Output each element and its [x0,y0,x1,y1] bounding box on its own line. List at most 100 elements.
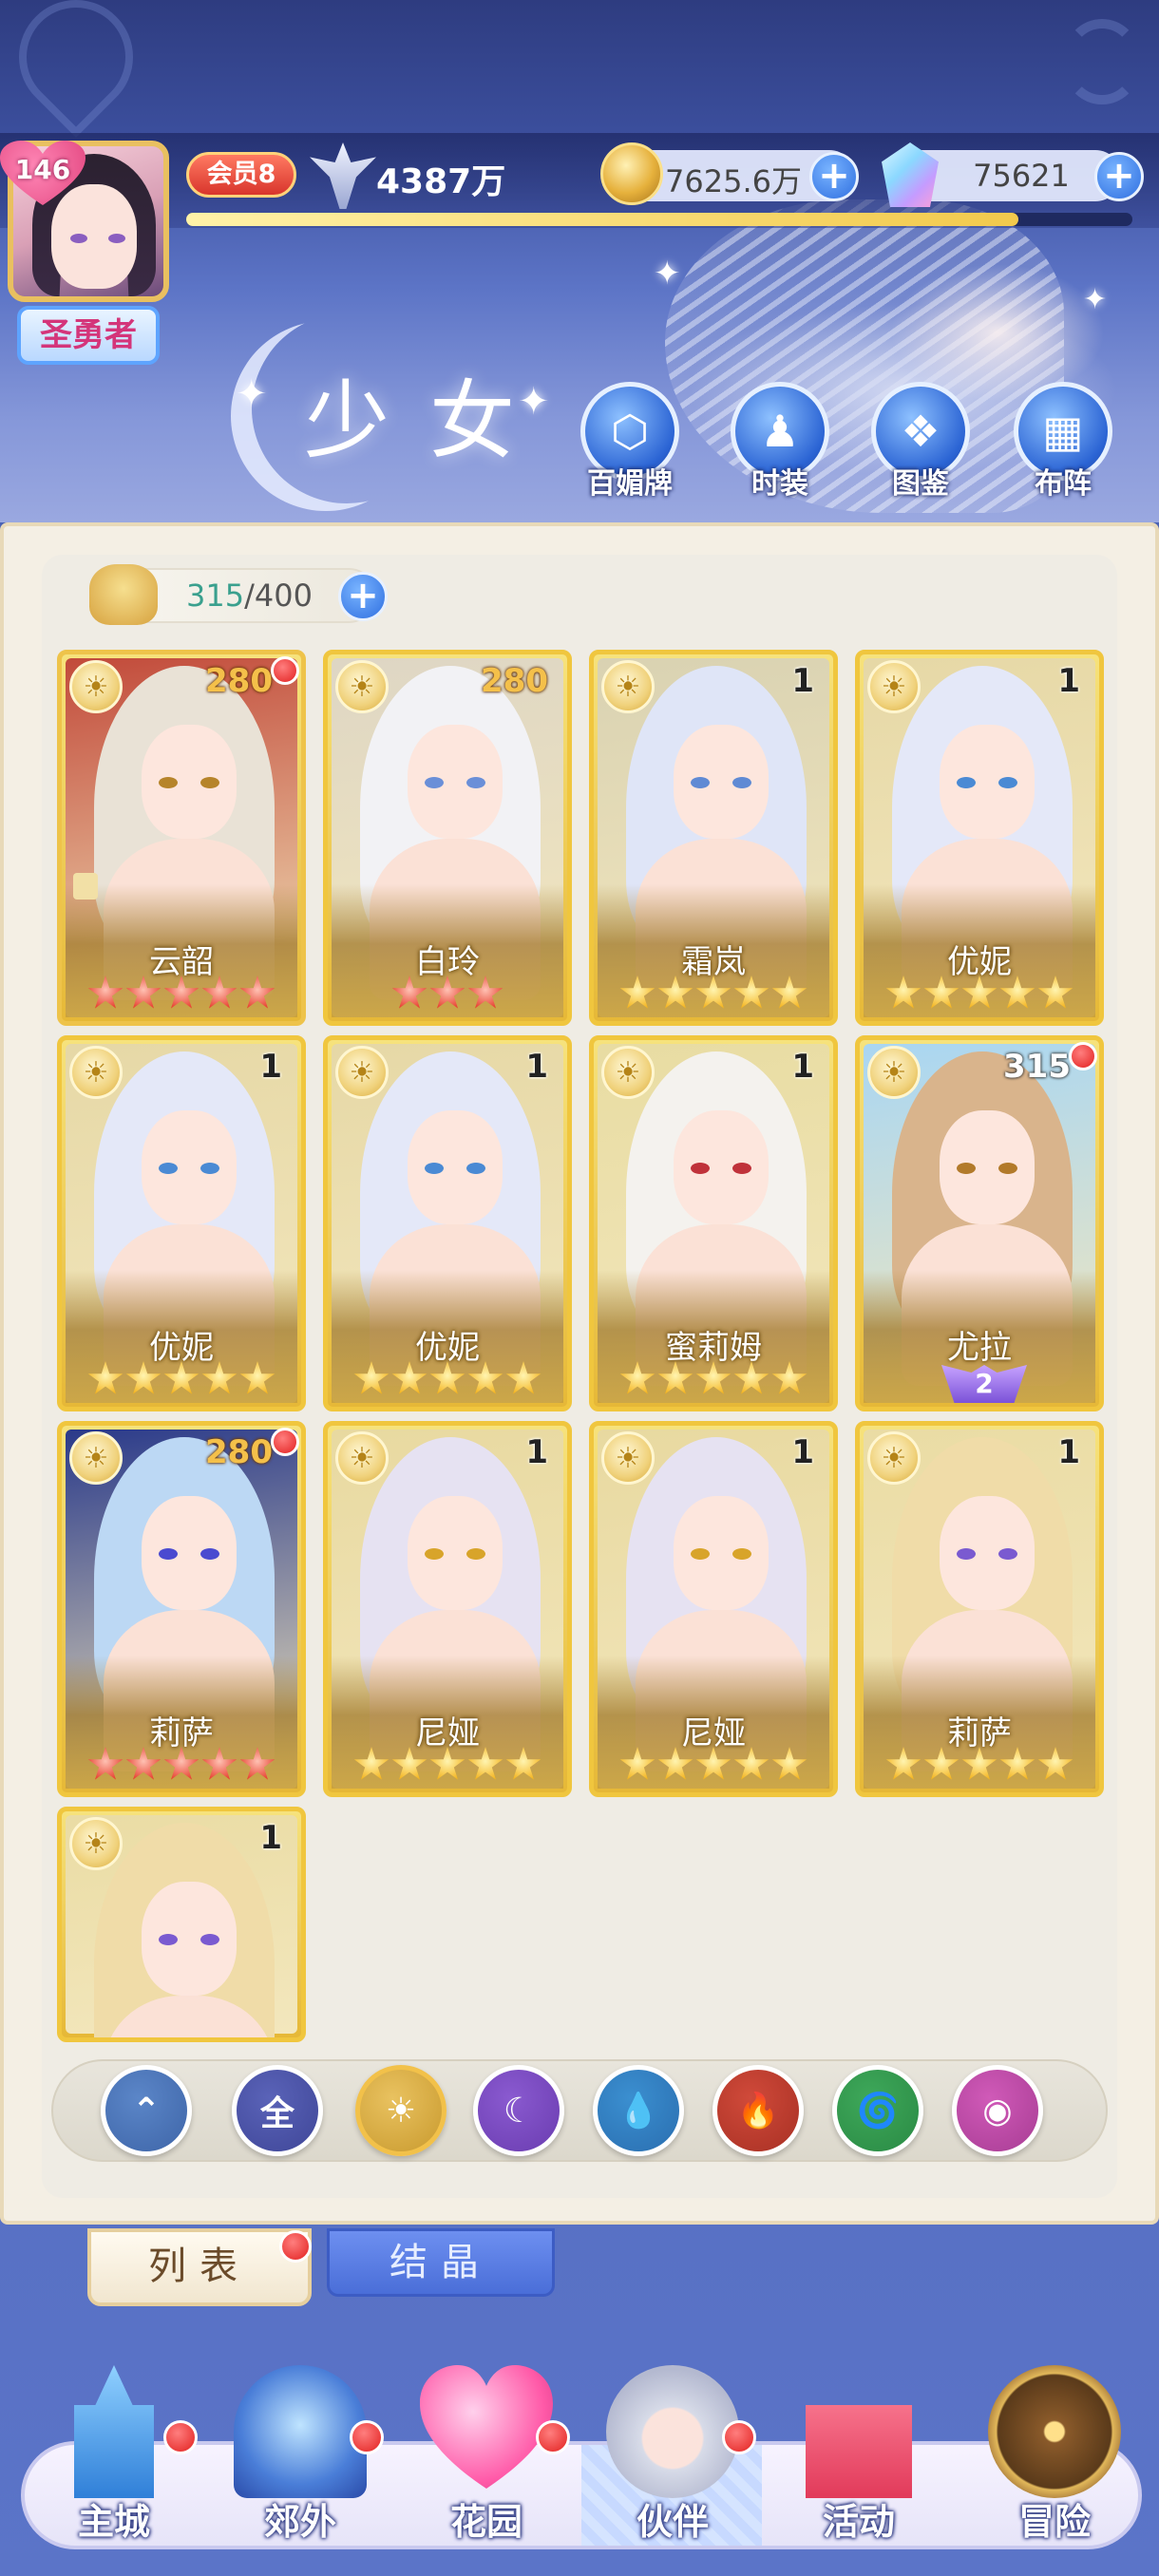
partner-card[interactable]: ☀ 1 [57,1807,306,2042]
star-icon [505,1747,542,1780]
feature-button-1[interactable]: ♟ 时装 [724,382,836,502]
nav-label: 活动 [822,2501,895,2543]
compass-icon [988,2365,1121,2498]
castle-icon [74,2365,154,2498]
card-level: 1 [525,1433,548,1471]
star-icon [125,1361,162,1394]
star-icon [733,1747,770,1780]
star-icon [885,1747,922,1780]
partner-card[interactable]: ☀ 315 尤拉 2 [855,1035,1104,1411]
star-rating [62,1747,301,1787]
star-rating [62,975,301,1015]
star-icon [353,1361,390,1394]
partner-card[interactable]: ☀ 1 优妮 [57,1035,306,1411]
feature-button-0[interactable]: ⬡ 百媚牌 [574,382,686,502]
partner-card[interactable]: ☀ 1 尼娅 [589,1421,838,1797]
feature-button-2[interactable]: ❖ 图鉴 [864,382,977,502]
card-level: 1 [1057,662,1080,700]
light-element-icon: ☀ [601,660,655,713]
rank-title[interactable]: 圣勇者 [17,306,160,365]
fire-filter-button[interactable]: 🔥 [712,2065,804,2156]
star-rating [62,1361,301,1401]
notification-dot [271,1428,299,1456]
feature-button-3[interactable]: ▦ 布阵 [1007,382,1119,502]
partner-card[interactable]: ☀ 1 优妮 [323,1035,572,1411]
card-level: 280 [481,662,548,700]
player-level: 146 [14,154,71,185]
partner-card[interactable]: ☀ 1 霜岚 [589,650,838,1026]
nav-compass[interactable]: 冒险 [969,2365,1140,2555]
light-filter-button[interactable]: ☀ [355,2065,446,2156]
star-icon [505,1361,542,1394]
gem-value: 75621 [973,158,1070,194]
star-rating [860,975,1099,1015]
star-icon [125,1747,162,1780]
nav-partner[interactable]: 伙伴 [587,2365,758,2555]
star-rating [328,975,567,1015]
nature-filter-button[interactable]: 🌀 [832,2065,923,2156]
card-level: 315 [1003,1048,1071,1086]
wind-filter-button[interactable]: ⌃ [101,2065,192,2156]
star-icon [87,1361,124,1394]
feature-label: 图鉴 [892,467,949,501]
water-filter-button[interactable]: 💧 [593,2065,684,2156]
partner-card[interactable]: ☀ 1 优妮 [855,650,1104,1026]
card-name: 尤拉 [947,1329,1012,1367]
add-gem-button[interactable]: + [1094,152,1144,201]
star-icon [695,975,732,1009]
vip-badge[interactable]: 会员8 [186,152,296,198]
card-level: 1 [259,1048,282,1086]
dark-filter-button[interactable]: ☾ [473,2065,564,2156]
star-icon [87,975,124,1009]
awaken-badge: 2 [941,1365,1027,1403]
xp-bar-fill [186,213,1019,226]
nav-label: 花园 [449,2501,522,2543]
nav-castle[interactable]: 主城 [28,2365,200,2555]
spirit-element-icon: ◉ [982,2091,1013,2131]
light-element-icon: ☀ [69,1431,123,1485]
star-icon [657,1747,694,1780]
portal-icon [234,2365,367,2498]
feature-label: 布阵 [1035,467,1092,501]
notification-dot [163,2420,198,2454]
star-icon [619,1361,656,1394]
star-icon [163,1747,200,1780]
sparkle-icon: ✦ [236,372,268,416]
partner-icon [606,2365,739,2498]
nav-label: 伙伴 [636,2501,709,2543]
nav-portal[interactable]: 郊外 [215,2365,386,2555]
star-icon [87,1747,124,1780]
capacity-value: 315/400 [186,578,313,614]
star-icon [391,1747,428,1780]
star-icon [961,1747,998,1780]
partner-card[interactable]: ☀ 280 莉萨 [57,1421,306,1797]
partner-card[interactable]: ☀ 1 莉萨 [855,1421,1104,1797]
wind-element-icon: ⌃ [131,2091,162,2131]
star-icon [733,1361,770,1394]
light-element-icon: ☀ [69,660,123,713]
star-icon [467,1361,504,1394]
light-element-icon: ☀ [335,1046,389,1099]
star-icon [923,1747,960,1780]
all-filter-button[interactable]: 全 [232,2065,323,2156]
partner-card[interactable]: ☀ 280 云韶 [57,650,306,1026]
bag-icon [89,564,158,625]
star-icon [657,1361,694,1394]
star-icon [771,1747,808,1780]
water-element-icon: 💧 [617,2092,660,2131]
star-icon [771,975,808,1009]
nav-heart[interactable]: 花园 [401,2365,572,2555]
expand-capacity-button[interactable]: + [338,572,388,621]
partner-card[interactable]: ☀ 1 尼娅 [323,1421,572,1797]
add-gold-button[interactable]: + [809,152,859,201]
notification-dot [271,656,299,685]
spirit-filter-button[interactable]: ◉ [952,2065,1043,2156]
tab-list[interactable]: 列表 [87,2228,312,2306]
card-level: 1 [791,662,814,700]
partner-card[interactable]: ☀ 280 白玲 [323,650,572,1026]
star-icon [353,1747,390,1780]
partner-card[interactable]: ☀ 1 蜜莉姆 [589,1035,838,1411]
nav-gift[interactable]: 活动 [773,2365,944,2555]
card-level: 1 [791,1048,814,1086]
tab-crystal[interactable]: 结晶 [327,2228,555,2297]
